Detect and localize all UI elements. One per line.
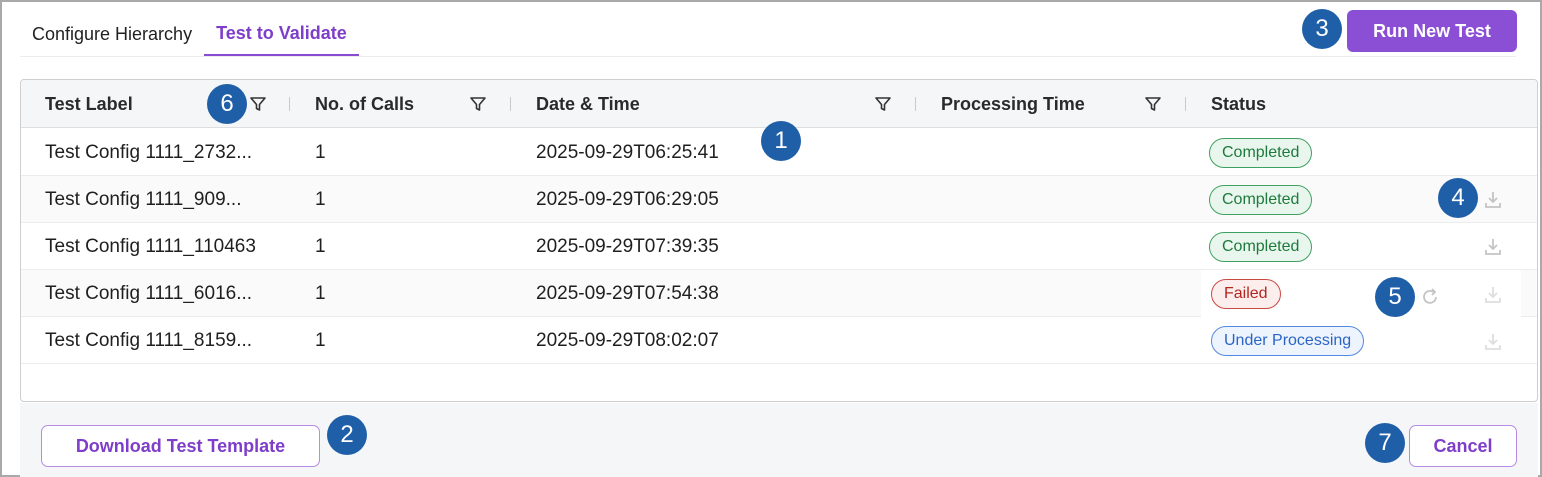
datetime-cell: 2025-09-29T07:54:38 [536,282,719,304]
callout-marker: 1 [761,121,801,161]
dialog-frame: Configure Hierarchy Test to Validate Run… [0,0,1542,477]
datetime-cell: 2025-09-29T06:25:41 [536,141,719,163]
download-icon[interactable] [1483,237,1503,257]
test-label-cell: Test Config 1111_909... [45,188,242,210]
status-badge: Completed [1209,137,1313,168]
callout-marker: 2 [327,415,367,455]
download-icon[interactable] [1483,190,1503,210]
test-label-cell: Test Config 1111_8159... [45,329,253,351]
callout-marker: 6 [207,84,247,124]
tab-configure-hierarchy[interactable]: Configure Hierarchy [20,12,204,56]
callout-marker: 3 [1302,9,1342,49]
column-header-status: Status [1211,93,1267,114]
table-row: Test Config 1111_8159... 1 2025-09-29T08… [21,317,1537,364]
filter-icon[interactable] [469,95,487,113]
calls-cell: 1 [315,282,326,304]
callout-marker: 4 [1438,178,1478,218]
column-header-test-label[interactable]: Test Label [45,80,133,128]
test-label-cell: Test Config 1111_110463 [45,235,256,257]
calls-cell: 1 [315,141,326,163]
filter-icon[interactable] [1144,95,1162,113]
download-test-template-button[interactable]: Download Test Template [41,425,320,467]
column-separator [1185,97,1186,111]
run-new-test-button[interactable]: Run New Test [1347,10,1517,52]
filter-icon[interactable] [249,95,267,113]
column-separator [510,97,511,111]
column-header-date-time[interactable]: Date & Time [536,80,640,128]
table-row: Test Config 1111_110463 1 2025-09-29T07:… [21,223,1537,270]
test-label-cell: Test Config 1111_6016... [45,282,253,304]
status-badge: Completed [1209,184,1313,215]
table-row: Test Config 1111_909... 1 2025-09-29T06:… [21,176,1537,223]
refresh-icon[interactable] [1420,287,1440,307]
datetime-cell: 2025-09-29T07:39:35 [536,235,719,257]
callout-marker: 5 [1375,277,1415,317]
download-icon[interactable] [1483,285,1503,305]
status-badge: Completed [1209,231,1313,262]
calls-cell: 1 [315,329,326,351]
cancel-button[interactable]: Cancel [1409,425,1517,467]
status-badge: Under Processing [1211,325,1365,356]
column-header-no-of-calls[interactable]: No. of Calls [315,80,414,128]
column-separator [915,97,916,111]
tab-divider [20,56,1516,57]
calls-cell: 1 [315,188,326,210]
download-icon[interactable] [1483,332,1503,352]
tab-test-to-validate[interactable]: Test to Validate [204,12,359,56]
filter-icon[interactable] [874,95,892,113]
callout-marker: 7 [1365,423,1405,463]
column-header-processing-time[interactable]: Processing Time [941,80,1085,128]
tab-bar: Configure Hierarchy Test to Validate [20,12,359,56]
test-label-cell: Test Config 1111_2732... [45,141,253,163]
datetime-cell: 2025-09-29T06:29:05 [536,188,719,210]
calls-cell: 1 [315,235,326,257]
table-row: Test Config 1111_6016... 1 2025-09-29T07… [21,270,1537,317]
datetime-cell: 2025-09-29T08:02:07 [536,329,719,351]
status-badge: Failed [1211,278,1281,309]
column-separator [289,97,290,111]
